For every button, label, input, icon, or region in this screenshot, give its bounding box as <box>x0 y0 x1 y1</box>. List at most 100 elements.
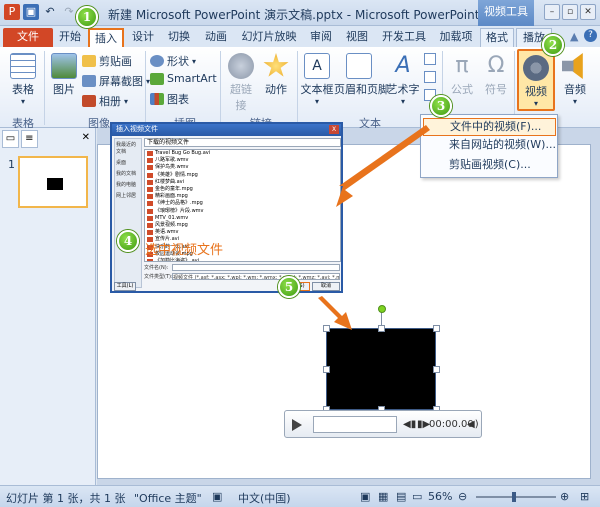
video-file-icon <box>147 201 153 207</box>
volume-icon[interactable]: ◀) <box>467 419 479 430</box>
filename-input[interactable] <box>172 264 340 271</box>
equation-button[interactable]: π 公式 <box>446 53 478 97</box>
header-footer-button[interactable]: 页眉和页脚 <box>334 53 389 97</box>
dialog-path-select[interactable]: 下载的视频文件 <box>144 138 341 147</box>
video-object[interactable] <box>326 328 436 410</box>
file-list-item[interactable]: 红楼梦曲.avi <box>145 179 340 186</box>
tab-design[interactable]: 设计 <box>126 28 160 47</box>
dialog-close-button[interactable]: X <box>329 125 339 134</box>
wordart-button[interactable]: A 艺术字 ▾ <box>386 53 420 106</box>
symbol-button[interactable]: Ω 符号 <box>480 53 512 97</box>
file-list-item[interactable]: 保护鸟类.wmv <box>145 164 340 171</box>
chart-button[interactable]: 图表 <box>150 91 189 107</box>
places-computer[interactable]: 我的电脑 <box>115 179 141 190</box>
tab-animations[interactable]: 动画 <box>198 28 234 47</box>
action-button[interactable]: 动作 <box>262 53 290 97</box>
shapes-button[interactable]: 形状 ▾ <box>150 53 196 69</box>
play-icon[interactable] <box>292 419 302 431</box>
menu-item-video-from-website[interactable]: 来自网站的视频(W)... <box>423 137 556 155</box>
close-icon[interactable]: ✕ <box>580 4 596 20</box>
tab-view[interactable]: 视图 <box>340 28 374 47</box>
menu-item-clipart-video[interactable]: 剪贴画视频(C)... <box>423 157 556 175</box>
file-list-item[interactable]: 风景视频.mpg <box>145 222 340 229</box>
slide-number-icon[interactable] <box>424 71 436 83</box>
separator <box>220 51 221 125</box>
album-button[interactable]: 相册 ▾ <box>82 93 128 109</box>
places-desktop[interactable]: 桌面 <box>115 157 141 168</box>
reading-view-icon[interactable]: ▤ <box>396 490 406 503</box>
tab-insert[interactable]: 插入 <box>88 28 124 47</box>
resize-handle[interactable] <box>378 325 385 332</box>
table-button[interactable]: 表格 ▾ <box>8 53 38 106</box>
minimize-icon[interactable]: – <box>544 4 560 20</box>
textbox-button[interactable]: A 文本框 ▾ <box>300 53 334 106</box>
smartart-button[interactable]: SmartArt <box>150 72 217 85</box>
audio-button[interactable]: 音频 ▾ <box>558 53 592 106</box>
dialog-title: 插入视频文件 <box>112 124 341 136</box>
file-list-item[interactable]: 《绅士的品格》.mpg <box>145 200 340 207</box>
seek-track[interactable] <box>313 416 397 433</box>
places-network[interactable]: 网上邻居 <box>115 190 141 201</box>
rotation-handle[interactable] <box>378 305 386 313</box>
hyperlink-button[interactable]: 超链接 <box>225 53 257 113</box>
smartart-icon <box>150 72 164 85</box>
language-icon[interactable]: ▣ <box>212 490 222 503</box>
hyperlink-label: 超链接 <box>230 83 252 112</box>
resize-handle[interactable] <box>323 366 330 373</box>
album-label: 相册 <box>99 95 121 108</box>
places-documents[interactable]: 我的文档 <box>115 168 141 179</box>
symbol-label: 符号 <box>485 83 507 96</box>
file-list-item[interactable]: 《英雄》剧情.mpg <box>145 172 340 179</box>
menu-item-video-from-file[interactable]: 文件中的视频(F)... <box>423 118 556 136</box>
slide-sorter-icon[interactable]: ▦ <box>378 490 388 503</box>
tab-file[interactable]: 文件 <box>3 28 53 47</box>
redo-icon[interactable]: ↷ <box>61 4 77 20</box>
tab-addins[interactable]: 加载项 <box>434 28 478 47</box>
file-list-item[interactable]: MTV_01.wmv <box>145 215 340 222</box>
dialog-cancel-button[interactable]: 取消 <box>312 282 340 291</box>
resize-handle[interactable] <box>323 325 330 332</box>
undo-icon[interactable]: ↶ <box>42 4 58 20</box>
tab-slideshow[interactable]: 幻灯片放映 <box>236 28 302 47</box>
video-file-icon <box>147 230 153 236</box>
places-recent[interactable]: 我最近的文档 <box>115 139 141 157</box>
resize-handle[interactable] <box>433 366 440 373</box>
help-icon[interactable]: ? <box>584 29 597 42</box>
zoom-slider[interactable] <box>476 496 556 498</box>
slide-thumbnail[interactable] <box>18 156 88 208</box>
tab-review[interactable]: 审阅 <box>304 28 338 47</box>
fit-to-window-icon[interactable]: ⊞ <box>580 490 589 503</box>
file-list-item[interactable]: 《加勒比海盗》.avi <box>145 258 340 261</box>
clipart-button[interactable]: 剪贴画 <box>82 53 132 69</box>
save-icon[interactable]: ▣ <box>23 4 39 20</box>
wordart-label: 艺术字 <box>386 83 420 96</box>
picture-button[interactable]: 图片 <box>50 53 78 97</box>
date-time-icon[interactable] <box>424 53 436 65</box>
separator <box>297 51 298 125</box>
slides-tab-icon[interactable]: ▭ <box>2 130 19 148</box>
tab-format[interactable]: 格式 <box>480 28 514 47</box>
ribbon-minimize-icon[interactable]: ▲ <box>570 30 578 43</box>
screenshot-button[interactable]: 屏幕截图 ▾ <box>82 73 150 89</box>
resize-handle[interactable] <box>433 325 440 332</box>
zoom-in-icon[interactable]: ⊕ <box>560 490 569 503</box>
tab-home[interactable]: 开始 <box>55 28 85 47</box>
video-button[interactable]: 视频 ▾ <box>517 49 555 111</box>
zoom-slider-thumb[interactable] <box>512 492 516 502</box>
outline-tab-icon[interactable]: ≡ <box>20 130 38 148</box>
app-icon[interactable]: P <box>4 4 20 20</box>
screenshot-icon <box>82 75 96 87</box>
slideshow-view-icon[interactable]: ▭ <box>412 490 422 503</box>
dialog-tools-button[interactable]: 工具(L) <box>114 282 136 291</box>
tab-developer[interactable]: 开发工具 <box>376 28 432 47</box>
step-badge-4: 4 <box>117 230 139 252</box>
normal-view-icon[interactable]: ▣ <box>360 490 370 503</box>
tab-transitions[interactable]: 切换 <box>162 28 196 47</box>
filetype-select[interactable]: 视频文件 (*.asf; *.asx; *.wpl; *.wm; *.wmx; … <box>172 273 340 280</box>
panel-close-icon[interactable]: ✕ <box>78 130 94 148</box>
zoom-out-icon[interactable]: ⊖ <box>458 490 467 503</box>
step-back-icon[interactable]: ◀▮ <box>403 419 416 430</box>
maximize-icon[interactable]: ▫ <box>562 4 578 20</box>
dropdown-arrow-icon: ▾ <box>314 97 319 106</box>
file-list-item[interactable]: 《琅琊榜》片段.wmv <box>145 208 340 215</box>
